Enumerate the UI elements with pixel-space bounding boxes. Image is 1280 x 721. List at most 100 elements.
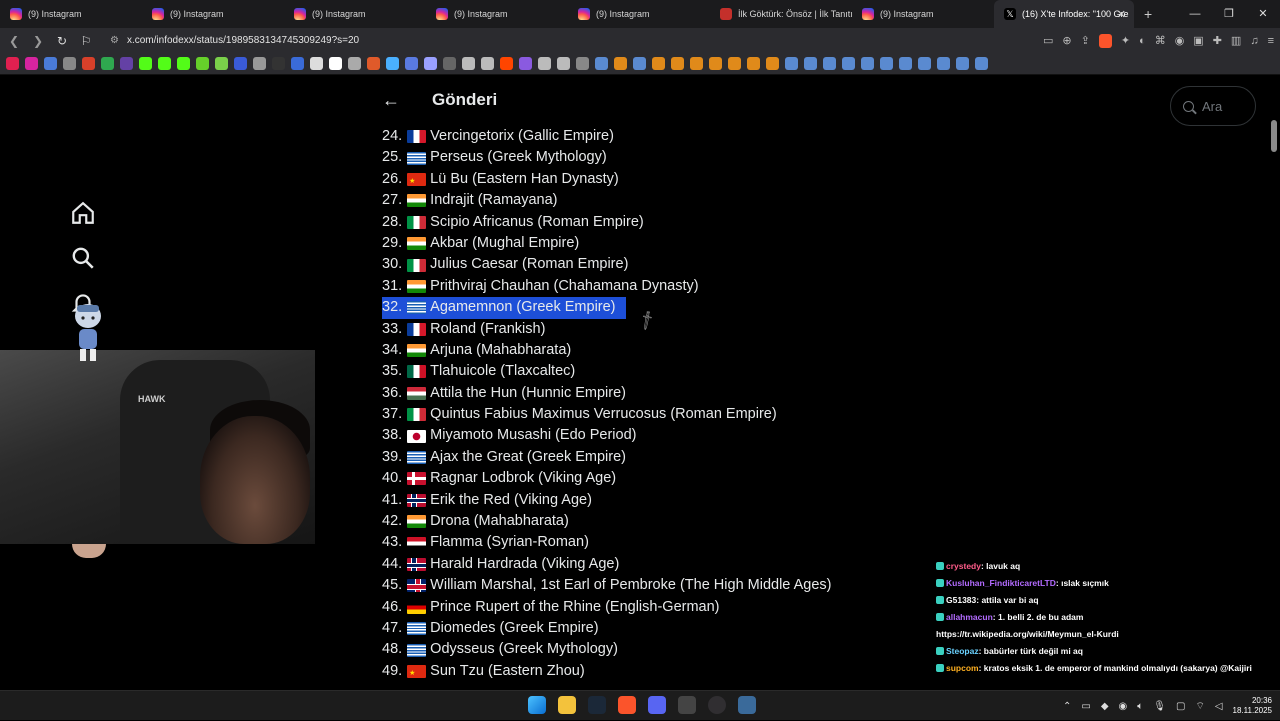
- extension-icon[interactable]: ✦: [1121, 34, 1130, 47]
- chat-username[interactable]: Kusluhan_FindikticaretLTD: [946, 578, 1056, 588]
- share-icon[interactable]: ⇪: [1081, 34, 1090, 47]
- bookmark-icon[interactable]: [443, 57, 456, 70]
- display-icon[interactable]: ▢: [1176, 701, 1185, 712]
- steam-icon[interactable]: [880, 57, 893, 70]
- chat-username[interactable]: allahmacun: [946, 612, 993, 622]
- chat-username[interactable]: Steopaz: [946, 646, 979, 656]
- bookmark-icon[interactable]: [728, 57, 741, 70]
- bookmark-icon[interactable]: [310, 57, 323, 70]
- bookmark-icon[interactable]: [614, 57, 627, 70]
- site-info-icon[interactable]: ⚙: [110, 35, 119, 46]
- bookmark-icon[interactable]: [120, 57, 133, 70]
- menu-icon[interactable]: ≡: [1268, 35, 1274, 47]
- reload-button[interactable]: ↻: [52, 34, 72, 48]
- browser-tab[interactable]: (9) Instagram: [852, 0, 994, 28]
- bookmark-icon[interactable]: [671, 57, 684, 70]
- home-icon[interactable]: [70, 200, 96, 226]
- brave-shield-icon[interactable]: [1098, 33, 1112, 48]
- app-icon[interactable]: [678, 696, 696, 714]
- bookmark-icon[interactable]: [405, 57, 418, 70]
- brave-icon[interactable]: [618, 696, 636, 714]
- steam-icon[interactable]: [842, 57, 855, 70]
- bookmark-icon[interactable]: [386, 57, 399, 70]
- microphone-icon[interactable]: 🎙︎: [1153, 701, 1166, 712]
- steam-icon[interactable]: [956, 57, 969, 70]
- steam-icon[interactable]: [633, 57, 646, 70]
- battery-icon[interactable]: ▭: [1081, 701, 1090, 712]
- bookmark-icon[interactable]: [196, 57, 209, 70]
- bookmark-icon[interactable]: [481, 57, 494, 70]
- scrollbar[interactable]: [1271, 120, 1277, 152]
- bookmark-icon[interactable]: [6, 57, 19, 70]
- windows-start-icon[interactable]: [528, 696, 546, 714]
- steam-icon[interactable]: [823, 57, 836, 70]
- browser-tab[interactable]: (9) Instagram: [284, 0, 426, 28]
- folder-icon[interactable]: [576, 57, 589, 70]
- search-icon[interactable]: [70, 245, 96, 271]
- extension-icon[interactable]: ◉: [1175, 34, 1185, 47]
- forward-button[interactable]: ❯: [28, 34, 48, 48]
- bookmark-icon[interactable]: [557, 57, 570, 70]
- obs-icon[interactable]: [708, 696, 726, 714]
- address-bar[interactable]: ⚙ x.com/infodexx/status/1989583134745309…: [106, 30, 1106, 51]
- close-window-button[interactable]: ✕: [1246, 0, 1280, 28]
- browser-tab[interactable]: (9) Instagram: [0, 0, 142, 28]
- media-icon[interactable]: ♫: [1250, 35, 1258, 47]
- bookmark-icon[interactable]: [253, 57, 266, 70]
- file-explorer-icon[interactable]: [558, 696, 576, 714]
- kick-icon[interactable]: [139, 57, 152, 70]
- steam-icon[interactable]: [804, 57, 817, 70]
- steam-icon[interactable]: [918, 57, 931, 70]
- minimize-button[interactable]: —: [1178, 0, 1212, 28]
- bookmark-icon[interactable]: [538, 57, 551, 70]
- bookmark-icon[interactable]: [329, 57, 342, 70]
- bookmark-icon[interactable]: [690, 57, 703, 70]
- network-icon[interactable]: ◆: [1101, 701, 1109, 712]
- bookmark-icon[interactable]: [82, 57, 95, 70]
- extension-icon[interactable]: ⌘: [1155, 34, 1166, 47]
- kick-icon[interactable]: [177, 57, 190, 70]
- browser-tab[interactable]: (9) Instagram: [142, 0, 284, 28]
- search-input[interactable]: Ara: [1170, 86, 1256, 126]
- chat-username[interactable]: supcom: [946, 663, 979, 673]
- bookmark-icon[interactable]: [348, 57, 361, 70]
- extension-icon[interactable]: ◐: [1139, 35, 1146, 47]
- reddit-icon[interactable]: [500, 57, 513, 70]
- app-icon[interactable]: [738, 696, 756, 714]
- bookmark-icon[interactable]: [652, 57, 665, 70]
- steam-icon[interactable]: [595, 57, 608, 70]
- volume-icon[interactable]: 🔈︎: [1137, 701, 1143, 712]
- arrow-left-icon[interactable]: ←: [382, 90, 404, 111]
- chat-username[interactable]: crystedy: [946, 561, 981, 571]
- bookmark-icon[interactable]: [519, 57, 532, 70]
- instagram-icon[interactable]: [25, 57, 38, 70]
- browser-tab[interactable]: (9) Instagram: [426, 0, 568, 28]
- cast-icon[interactable]: ▭: [1043, 34, 1053, 47]
- steam-tray-icon[interactable]: ◉: [1119, 701, 1128, 712]
- bookmark-icon[interactable]: [747, 57, 760, 70]
- chat-username[interactable]: G51383: [946, 595, 976, 605]
- puzzle-icon[interactable]: ✚: [1213, 34, 1222, 47]
- restore-button[interactable]: ❐: [1212, 0, 1246, 28]
- bookmark-icon[interactable]: [44, 57, 57, 70]
- extension-icon[interactable]: ▣: [1193, 34, 1203, 47]
- bookmark-icon[interactable]: [291, 57, 304, 70]
- discord-icon[interactable]: [648, 696, 666, 714]
- browser-tab[interactable]: İlk Göktürk: Önsöz | İlk Tanıtım: [710, 0, 852, 28]
- sidebar-icon[interactable]: ▥: [1231, 34, 1241, 47]
- bookmark-icon[interactable]: [234, 57, 247, 70]
- kick-icon[interactable]: [158, 57, 171, 70]
- chevron-up-icon[interactable]: ⌃: [1063, 701, 1071, 712]
- bookmark-icon[interactable]: [766, 57, 779, 70]
- new-tab-button[interactable]: +: [1144, 6, 1152, 22]
- steam-icon[interactable]: [975, 57, 988, 70]
- clock[interactable]: 20:36 18.11.2025: [1233, 696, 1272, 716]
- bookmark-icon[interactable]: [462, 57, 475, 70]
- steam-icon[interactable]: [861, 57, 874, 70]
- bookmark-icon[interactable]: [424, 57, 437, 70]
- browser-tab-active[interactable]: 𝕏 (16) X'te Infodex: "100 Gre ✕: [994, 0, 1134, 28]
- bookmark-icon[interactable]: [367, 57, 380, 70]
- steam-icon[interactable]: [588, 696, 606, 714]
- steam-icon[interactable]: [899, 57, 912, 70]
- x-icon[interactable]: [272, 57, 285, 70]
